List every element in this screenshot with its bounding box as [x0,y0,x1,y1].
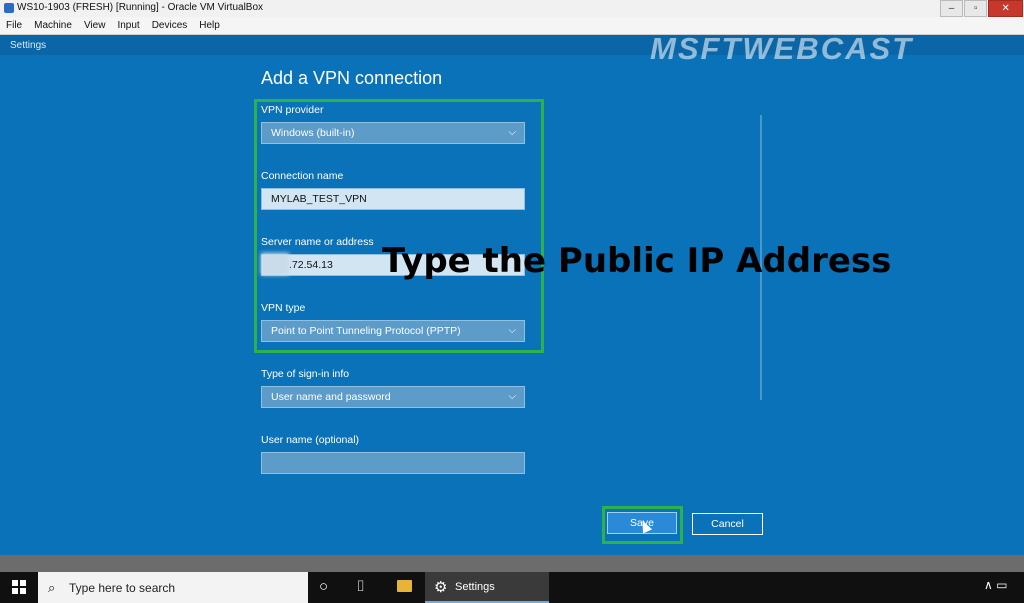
vm-bottom-gutter [0,555,1024,572]
annotation-text: Type the Public IP Address [382,241,892,281]
vm-window-titlebar: WS10-1903 (FRESH) [Running] - Oracle VM … [0,0,1024,18]
username-field[interactable] [261,452,525,474]
cancel-button[interactable]: Cancel [692,513,763,535]
vm-window-title: WS10-1903 (FRESH) [Running] - Oracle VM … [17,2,264,13]
windows-logo-icon [12,580,26,594]
taskbar-search-box[interactable]: ⌕ Type here to search [38,572,308,603]
search-icon: ⌕ [48,580,56,595]
taskbar-settings-label: Settings [455,581,495,593]
cortana-icon[interactable]: ○ [319,578,328,595]
menu-input[interactable]: Input [111,17,145,34]
signin-type-dropdown[interactable]: User name and password ⌵ [261,386,525,408]
gear-icon: ⚙ [434,579,448,596]
highlight-frame [254,99,544,353]
menu-view[interactable]: View [78,17,112,34]
file-explorer-icon[interactable] [397,580,412,592]
settings-title: Settings [10,40,47,51]
close-button[interactable]: ✕ [988,0,1023,17]
virtualbox-app-icon [4,3,14,13]
signin-type-value: User name and password [271,391,391,403]
dialog-title: Add a VPN connection [261,68,443,88]
watermark-logo: MSFTWEBCAST [650,31,914,66]
signin-type-label: Type of sign-in info [261,368,350,380]
window-controls: – ▫ ✕ [940,0,1024,17]
username-label: User name (optional) [261,434,360,446]
minimize-button[interactable]: – [940,0,964,17]
menu-help[interactable]: Help [193,17,226,34]
taskbar-settings-app[interactable]: ⚙ Settings [425,572,549,603]
menu-file[interactable]: File [0,17,28,34]
task-view-icon[interactable]: ⌷ [356,578,365,595]
system-tray-icons[interactable]: ∧ ▭ [984,578,1007,592]
chevron-down-icon: ⌵ [508,391,516,402]
search-placeholder: Type here to search [69,581,176,595]
menu-devices[interactable]: Devices [146,17,194,34]
menu-machine[interactable]: Machine [28,17,78,34]
restore-button[interactable]: ▫ [964,0,988,17]
